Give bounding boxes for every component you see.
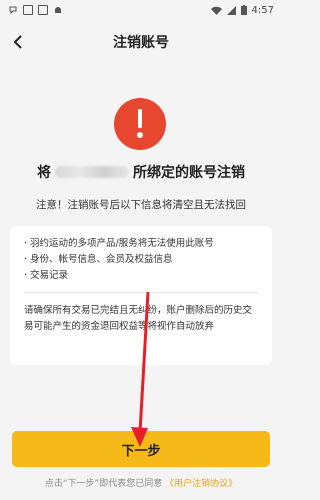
status-system-icons: 4:57 <box>210 4 274 16</box>
cancel-heading: 将 所绑定的账号注销 <box>0 160 282 184</box>
cleared-info-list: · 羽约运动的多项产品/服务将无法使用此账号 · 身份、帐号信息、会员及权益信息… <box>24 236 258 284</box>
cellular-icon <box>226 5 236 15</box>
masked-account-number <box>55 166 129 178</box>
android-icon <box>55 7 61 13</box>
page-title: 注销账号 <box>113 35 169 51</box>
notification-icon <box>23 5 33 15</box>
heading-prefix: 将 <box>37 165 51 181</box>
heading-suffix: 所绑定的账号注销 <box>133 165 245 181</box>
notification-icon <box>38 5 48 15</box>
status-bar: 4:57 <box>0 0 282 20</box>
status-time: 4:57 <box>251 4 274 16</box>
list-item: · 交易记录 <box>24 270 69 281</box>
divider <box>24 292 258 293</box>
notification-icon <box>9 6 17 15</box>
list-item: · 身份、帐号信息、会员及权益信息 <box>24 254 173 265</box>
top-bar: 注销账号 <box>0 24 282 60</box>
status-notification-icons <box>8 5 63 15</box>
list-item: · 羽约运动的多项产品/服务将无法使用此账号 <box>24 238 214 249</box>
agreement-footer: 点击“下一步”即代表您已同意 《用户注销协议》 <box>0 476 282 489</box>
wifi-icon <box>210 6 222 15</box>
agreement-link[interactable]: 《用户注销协议》 <box>165 479 237 489</box>
battery-icon <box>240 5 247 15</box>
back-button[interactable] <box>6 30 30 54</box>
warning-text: 请确保所有交易已完结且无纠纷，账户删除后的历史交易可能产生的资金退回权益等将视作… <box>24 305 253 332</box>
alert-icon <box>114 98 166 150</box>
footer-prefix: 点击“下一步”即代表您已同意 <box>44 479 163 489</box>
info-card: · 羽约运动的多项产品/服务将无法使用此账号 · 身份、帐号信息、会员及权益信息… <box>10 226 272 365</box>
next-button[interactable]: 下一步 <box>12 431 270 467</box>
notice-text: 注意！注销账号后以下信息将清空且无法找回 <box>36 199 246 211</box>
back-arrow-icon <box>13 35 22 49</box>
